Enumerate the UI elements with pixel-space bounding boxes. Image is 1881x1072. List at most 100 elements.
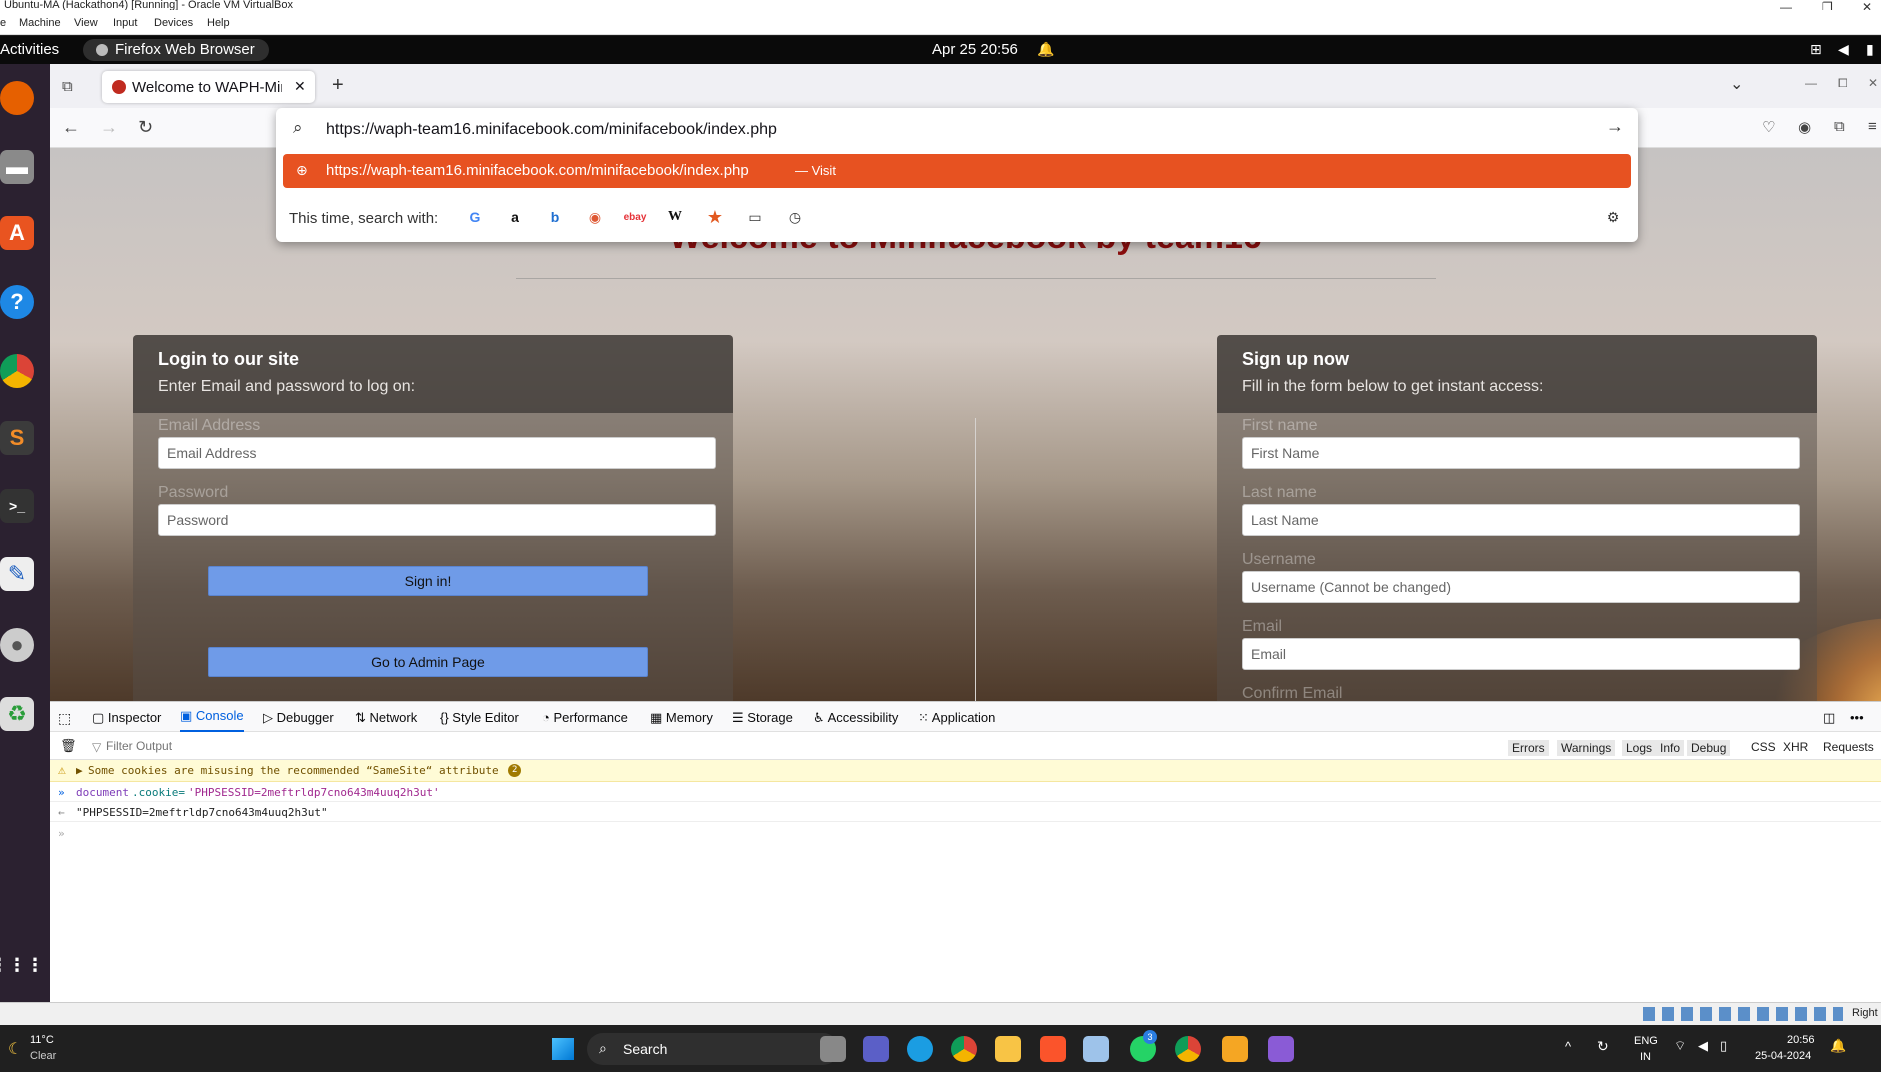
expand-arrow-icon[interactable]: ▶	[76, 764, 83, 777]
tab-list-icon[interactable]: ⧉	[62, 78, 73, 95]
battery-icon[interactable]: ▮	[1866, 41, 1874, 58]
filter-output-input[interactable]	[106, 737, 406, 755]
go-arrow-icon[interactable]: →	[1606, 116, 1624, 137]
filter-xhr[interactable]: XHR	[1783, 740, 1808, 754]
account-icon[interactable]: ◉	[1798, 118, 1811, 136]
trash-dock-icon[interactable]: ♻	[0, 697, 34, 731]
disc-dock-icon[interactable]: ●	[0, 628, 34, 662]
clock[interactable]: Apr 25 20:56	[932, 41, 1018, 58]
bookmarks-icon[interactable]: ★	[701, 203, 729, 231]
activities-button[interactable]: Activities	[0, 41, 59, 58]
window-restore-icon[interactable]: ⧠	[1838, 76, 1848, 91]
chrome-icon[interactable]	[951, 1036, 977, 1062]
last-name-field[interactable]	[1242, 504, 1800, 536]
extensions-icon[interactable]: ⧉	[1834, 118, 1845, 135]
google-icon[interactable]: G	[461, 203, 489, 231]
volume-icon[interactable]: ◀	[1838, 41, 1849, 58]
vbox-menu-help[interactable]: Help	[207, 17, 230, 29]
filter-debug[interactable]: Debug	[1687, 740, 1731, 756]
history-icon[interactable]: ◷	[781, 203, 809, 231]
tab-debugger[interactable]: ▷ Debugger	[263, 710, 334, 726]
battery-icon[interactable]: ▯	[1720, 1038, 1727, 1054]
virtualbox-icon[interactable]	[1083, 1036, 1109, 1062]
filter-css[interactable]: CSS	[1751, 740, 1776, 754]
console-prompt[interactable]: »	[50, 823, 1881, 843]
tab-inspector[interactable]: ▢ Inspector	[92, 710, 161, 726]
brave-icon[interactable]	[1040, 1036, 1066, 1062]
wikipedia-icon[interactable]: W	[661, 203, 689, 231]
taskbar-date[interactable]: 25-04-2024	[1755, 1050, 1811, 1062]
speaker-icon[interactable]: ◀	[1698, 1038, 1708, 1054]
url-suggestion[interactable]: ⊕ https://waph-team16.minifacebook.com/m…	[283, 154, 1631, 188]
chevron-down-icon[interactable]: ⌄	[1730, 74, 1743, 94]
firefox-dock-icon[interactable]	[0, 81, 34, 115]
sublime-icon[interactable]	[1222, 1036, 1248, 1062]
show-apps-icon[interactable]: ⋮⋮⋮	[0, 948, 44, 982]
app-menu[interactable]: Firefox Web Browser	[83, 39, 269, 61]
filter-info[interactable]: Info	[1656, 740, 1685, 756]
sync-icon[interactable]: ↻	[1597, 1038, 1609, 1055]
filter-logs[interactable]: Logs	[1622, 740, 1657, 756]
gear-icon[interactable]: ⚙	[1599, 203, 1627, 231]
tab-memory[interactable]: ▦ Memory	[650, 710, 713, 726]
filter-warnings[interactable]: Warnings	[1557, 740, 1616, 756]
tab-application[interactable]: ⁙ Application	[918, 710, 995, 726]
filter-errors[interactable]: Errors	[1508, 740, 1549, 756]
lang-primary[interactable]: ENG	[1634, 1035, 1658, 1047]
new-tab-icon[interactable]: +	[332, 74, 344, 97]
tab-performance[interactable]: ◔ Performance	[542, 710, 628, 725]
tab-style-editor[interactable]: {} Style Editor	[440, 710, 519, 725]
tab-accessibility[interactable]: ♿ Accessibility	[813, 710, 898, 726]
software-dock-icon[interactable]: A	[0, 216, 34, 250]
task-view-icon[interactable]	[820, 1036, 846, 1062]
chrome-profile-icon[interactable]	[1175, 1036, 1201, 1062]
tab-storage[interactable]: ☰ Storage	[732, 710, 793, 726]
password-field[interactable]	[158, 504, 716, 536]
tab-network[interactable]: ⇅ Network	[355, 710, 417, 726]
taskbar-search-box[interactable]: ⌕ Search	[587, 1033, 839, 1065]
vbox-menu-file[interactable]: e	[0, 17, 6, 29]
signup-email-field[interactable]	[1242, 638, 1800, 670]
teams-icon[interactable]	[863, 1036, 889, 1062]
bing-icon[interactable]: b	[541, 203, 569, 231]
weather-temp[interactable]: 11°C	[30, 1034, 54, 1046]
tab-console[interactable]: ▣ Console	[180, 708, 244, 732]
hamburger-menu-icon[interactable]: ≡	[1868, 118, 1877, 135]
help-dock-icon[interactable]: ?	[0, 285, 34, 319]
vbox-menu-input[interactable]: Input	[113, 17, 137, 29]
text-editor-dock-icon[interactable]: ✎	[0, 557, 34, 591]
pocket-icon[interactable]: ♡	[1762, 118, 1775, 136]
windows-start-icon[interactable]	[552, 1038, 574, 1060]
files-dock-icon[interactable]: ▬	[0, 150, 34, 184]
notification-bell-icon[interactable]: 🔔	[1830, 1038, 1846, 1054]
trash-icon[interactable]: 🗑	[60, 738, 77, 754]
duckduckgo-icon[interactable]: ◉	[581, 203, 609, 231]
taskbar-time[interactable]: 20:56	[1787, 1034, 1815, 1046]
amazon-icon[interactable]: a	[501, 203, 529, 231]
file-explorer-icon[interactable]	[995, 1036, 1021, 1062]
url-input[interactable]	[326, 118, 1526, 142]
chrome-dock-icon[interactable]	[0, 354, 34, 388]
username-field[interactable]	[1242, 571, 1800, 603]
forward-icon[interactable]: →	[100, 117, 118, 138]
vbox-menu-machine[interactable]: Machine	[19, 17, 61, 29]
sign-in-button[interactable]: Sign in!	[208, 566, 648, 596]
back-icon[interactable]: ←	[62, 117, 80, 138]
vbox-menu-devices[interactable]: Devices	[154, 17, 193, 29]
tab-close-icon[interactable]: ✕	[294, 78, 306, 95]
window-close-icon[interactable]: ✕	[1868, 76, 1878, 90]
admin-page-button[interactable]: Go to Admin Page	[208, 647, 648, 677]
tabs-icon[interactable]: ▭	[741, 203, 769, 231]
more-options-icon[interactable]: •••	[1850, 710, 1864, 725]
network-icon[interactable]: ⊞	[1810, 41, 1822, 58]
chevron-up-icon[interactable]: ^	[1565, 1039, 1571, 1054]
terminal-dock-icon[interactable]: >_	[0, 489, 34, 523]
first-name-field[interactable]	[1242, 437, 1800, 469]
dock-side-icon[interactable]: ◫	[1823, 710, 1835, 726]
filter-requests[interactable]: Requests	[1823, 740, 1874, 754]
tab-welcome[interactable]: Welcome to WAPH-MiniF ✕	[102, 71, 315, 103]
edge-icon[interactable]	[907, 1036, 933, 1062]
vbox-menu-view[interactable]: View	[74, 17, 98, 29]
wifi-icon[interactable]: ⌔	[1674, 1038, 1686, 1054]
sublime-dock-icon[interactable]: S	[0, 421, 34, 455]
